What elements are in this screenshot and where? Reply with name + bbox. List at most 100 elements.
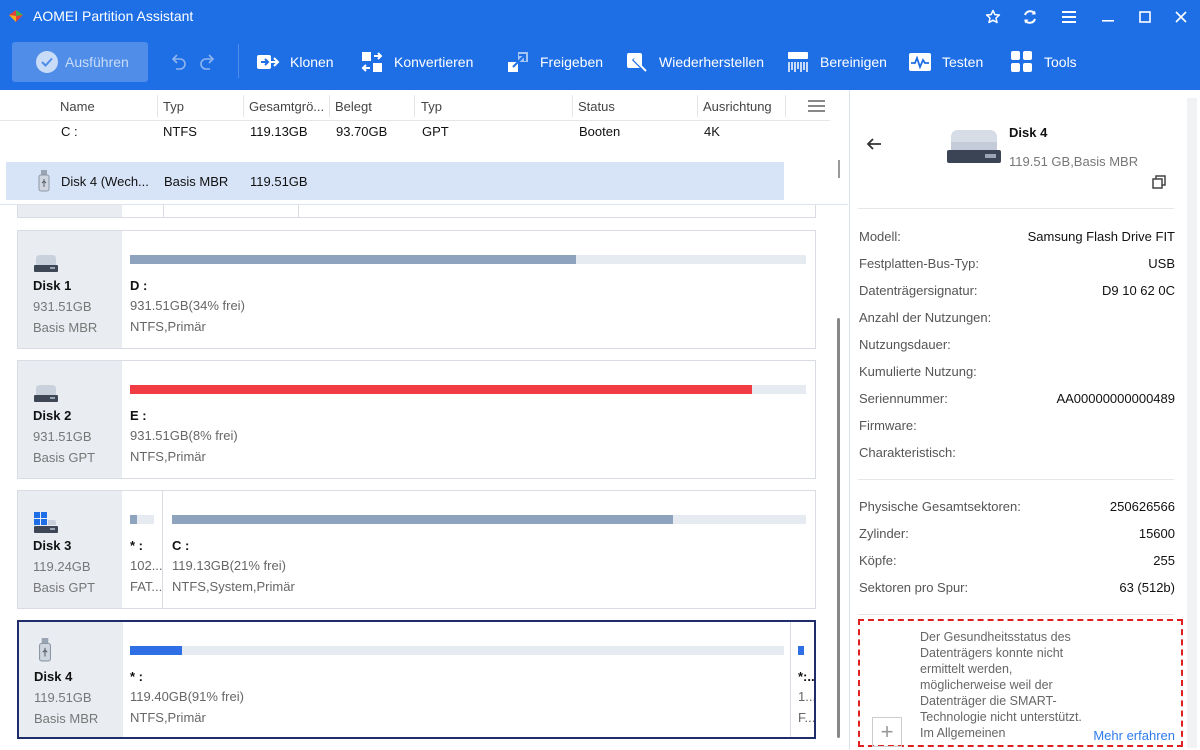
property-row: Firmware: xyxy=(859,418,1175,438)
property-value: D9 10 62 0C xyxy=(1102,283,1175,298)
property-key: Festplatten-Bus-Typ: xyxy=(859,256,979,271)
convert-button[interactable]: Konvertieren xyxy=(360,49,473,75)
property-row: Kumulierte Nutzung: xyxy=(859,364,1175,384)
cell-total: 119.13GB xyxy=(250,124,308,139)
column-divider[interactable] xyxy=(697,95,698,117)
property-value: AA00000000000489 xyxy=(1056,391,1175,406)
disk-info: Disk 2 931.51GB Basis GPT xyxy=(18,361,122,478)
cell-type: Basis MBR xyxy=(164,174,229,189)
table-row[interactable]: C : NTFS 119.13GB 93.70GB GPT Booten 4K xyxy=(0,121,830,155)
table-header: Name Typ Gesamtgrö... Belegt Typ Status … xyxy=(0,90,830,121)
disk-map-scrollbar[interactable] xyxy=(837,318,840,738)
usage-fill xyxy=(130,646,183,655)
partition-fs: NTFS,Primär xyxy=(130,710,206,725)
recover-icon xyxy=(627,53,647,73)
disk-card-2[interactable]: Disk 2 931.51GB Basis GPT E : 931.51GB(8… xyxy=(17,360,816,479)
disk-name: Disk 1 xyxy=(33,278,72,293)
tools-button[interactable]: Tools xyxy=(1010,49,1077,75)
checkmark-icon xyxy=(36,51,58,73)
back-arrow-icon[interactable] xyxy=(866,137,882,151)
partition-usage-bar xyxy=(130,515,154,524)
cell-type: NTFS xyxy=(163,124,197,139)
partition-block[interactable]: *:.. 1... F... xyxy=(792,622,814,737)
copy-icon[interactable] xyxy=(1151,174,1167,190)
learn-more-link[interactable]: Mehr erfahren xyxy=(1093,728,1175,743)
partition-info: 931.51GB(8% frei) xyxy=(130,428,238,443)
disk-info: Disk 4 119.51GB Basis MBR xyxy=(19,622,123,737)
wipe-icon xyxy=(788,52,808,72)
usage-fill xyxy=(172,515,673,524)
disk-card-3[interactable]: Disk 3 119.24GB Basis GPT * : 102.... FA… xyxy=(17,490,816,609)
disk-card-4[interactable]: Disk 4 119.51GB Basis MBR * : 119.40GB(9… xyxy=(17,620,816,739)
test-button[interactable]: Testen xyxy=(908,49,983,75)
wipe-button[interactable]: Bereinigen xyxy=(786,49,887,75)
property-row: Datenträgersignatur: D9 10 62 0C xyxy=(859,283,1175,303)
app-header: AOMEI Partition Assistant Ausführen Klon… xyxy=(0,0,1200,90)
usb-drive-icon xyxy=(38,170,50,192)
disk-card-1[interactable]: Disk 1 931.51GB Basis MBR D : 931.51GB(3… xyxy=(17,230,816,349)
divider xyxy=(858,208,1174,209)
undo-redo-icons[interactable] xyxy=(170,52,216,72)
col-used[interactable]: Belegt xyxy=(335,99,410,114)
partition-label: C : xyxy=(172,538,190,553)
refresh-icon[interactable] xyxy=(1019,6,1041,28)
wipe-label: Bereinigen xyxy=(820,54,887,70)
menu-icon[interactable] xyxy=(1058,6,1080,28)
panel-scrollbar[interactable] xyxy=(1187,98,1197,748)
cell-used: 93.70GB xyxy=(336,124,388,139)
column-divider[interactable] xyxy=(414,95,415,117)
main-toolbar: Ausführen Klonen Konvertieren Freigeben … xyxy=(0,32,1200,90)
partition-usage-bar xyxy=(172,515,806,524)
partition-block[interactable]: E : 931.51GB(8% frei) NTFS,Primär xyxy=(122,361,815,478)
system-disk-icon xyxy=(34,512,58,533)
column-divider[interactable] xyxy=(157,95,158,117)
health-status-box: + Der Gesundheitsstatus des Datenträgers… xyxy=(858,619,1183,747)
col-partition-type[interactable]: Typ xyxy=(421,99,496,114)
property-row: Nutzungsdauer: xyxy=(859,337,1175,357)
table-row-selected[interactable]: Disk 4 (Wech... Basis MBR 119.51GB xyxy=(6,162,784,200)
partition-info: 119.40GB(91% frei) xyxy=(130,689,244,704)
redo-icon xyxy=(200,54,215,70)
property-key: Modell: xyxy=(859,229,901,244)
free-space-button[interactable]: Freigeben xyxy=(506,49,603,75)
usage-fill xyxy=(130,515,138,524)
title-bar: AOMEI Partition Assistant xyxy=(0,0,1200,32)
maximize-icon[interactable] xyxy=(1134,6,1156,28)
disk-type: Basis MBR xyxy=(33,320,98,335)
add-icon[interactable]: + xyxy=(872,717,902,747)
column-divider[interactable] xyxy=(572,95,573,117)
col-type[interactable]: Typ xyxy=(163,99,238,114)
table-scrollbar[interactable] xyxy=(838,160,840,178)
property-row: Köpfe: 255 xyxy=(859,553,1175,573)
column-divider[interactable] xyxy=(243,95,244,117)
property-value: Samsung Flash Drive FIT xyxy=(1027,229,1175,244)
clone-icon xyxy=(257,55,280,69)
disk-size: 119.51GB xyxy=(34,690,92,705)
favorite-star-icon[interactable] xyxy=(982,6,1004,28)
column-divider[interactable] xyxy=(785,95,786,117)
partition-block[interactable]: D : 931.51GB(34% frei) NTFS,Primär xyxy=(122,231,815,348)
partition-info: 119.13GB(21% frei) xyxy=(172,558,286,573)
column-settings-icon[interactable] xyxy=(808,100,825,112)
property-key: Firmware: xyxy=(859,418,917,433)
minimize-icon[interactable] xyxy=(1097,6,1119,28)
partition-usage-bar xyxy=(798,646,804,655)
recover-button[interactable]: Wiederherstellen xyxy=(625,49,764,75)
disk-name: Disk 2 xyxy=(33,408,72,423)
partition-fs: NTFS,System,Primär xyxy=(172,579,295,594)
apply-button[interactable]: Ausführen xyxy=(12,42,148,82)
col-status[interactable]: Status xyxy=(578,99,688,114)
convert-label: Konvertieren xyxy=(394,54,474,70)
column-divider[interactable] xyxy=(329,95,330,117)
partition-block[interactable]: * : 119.40GB(91% frei) NTFS,Primär xyxy=(123,622,791,737)
col-total-size[interactable]: Gesamtgrö... xyxy=(249,99,327,114)
partition-block[interactable]: C : 119.13GB(21% frei) NTFS,System,Primä… xyxy=(164,491,815,608)
property-key: Kumulierte Nutzung: xyxy=(859,364,977,379)
col-alignment[interactable]: Ausrichtung xyxy=(703,99,783,114)
property-value: 63 (512b) xyxy=(1119,580,1175,595)
close-icon[interactable] xyxy=(1170,6,1192,28)
clone-button[interactable]: Klonen xyxy=(256,49,334,75)
partition-block[interactable]: * : 102.... FAT... xyxy=(122,491,163,608)
col-name[interactable]: Name xyxy=(60,99,150,114)
clone-label: Klonen xyxy=(290,54,334,70)
